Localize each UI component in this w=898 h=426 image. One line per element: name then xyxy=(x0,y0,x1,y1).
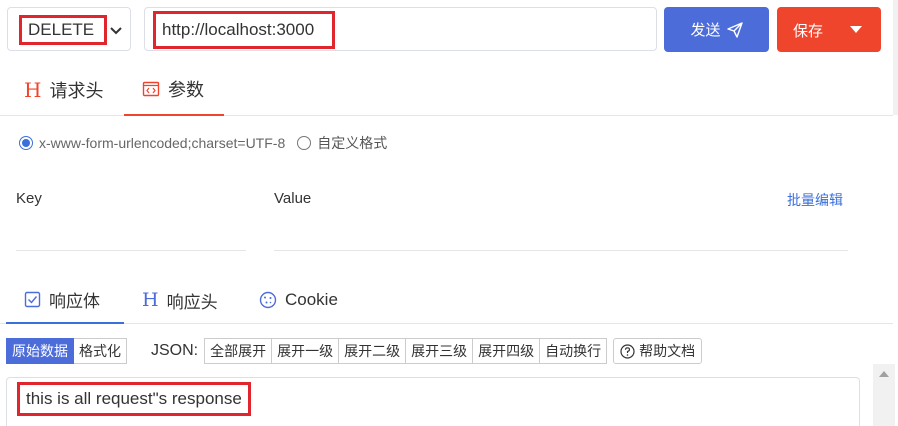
method-select[interactable]: DELETE xyxy=(7,7,131,51)
tab-cookie[interactable]: Cookie xyxy=(259,276,338,324)
json-label: JSON: xyxy=(151,342,199,359)
caret-down-icon[interactable] xyxy=(850,26,862,33)
help-docs-button[interactable]: 帮助文档 xyxy=(613,338,703,364)
h-icon: H xyxy=(142,289,159,311)
radio-custom-label[interactable]: 自定义格式 xyxy=(317,133,387,153)
expand-level-2-button[interactable]: 展开二级 xyxy=(339,338,407,364)
tab-headers[interactable]: H 请求头 xyxy=(24,64,103,116)
raw-data-button[interactable]: 原始数据 xyxy=(6,338,74,364)
send-button[interactable]: 发送 xyxy=(664,7,769,52)
formatted-button[interactable]: 格式化 xyxy=(74,338,127,364)
value-input[interactable] xyxy=(274,250,848,251)
expand-level-3-button[interactable]: 展开三级 xyxy=(406,338,474,364)
scrollbar-top[interactable] xyxy=(893,0,898,115)
question-circle-icon xyxy=(620,343,635,359)
key-input[interactable] xyxy=(16,250,246,251)
content-type-options: x-www-form-urlencoded;charset=UTF-8 自定义格… xyxy=(19,133,387,153)
save-button[interactable]: 保存 xyxy=(777,7,881,52)
paper-plane-icon xyxy=(726,21,743,38)
url-value: http://localhost:3000 xyxy=(153,11,335,49)
radio-custom[interactable] xyxy=(297,136,312,150)
send-button-label: 发送 xyxy=(690,22,721,39)
tab-response-body-label: 响应体 xyxy=(49,291,100,311)
checkbox-icon xyxy=(24,291,41,307)
tab-response-body[interactable]: 响应体 xyxy=(6,276,124,324)
chevron-down-icon xyxy=(110,27,122,35)
radio-custom-option[interactable]: 自定义格式 xyxy=(297,133,387,153)
word-wrap-button[interactable]: 自动换行 xyxy=(540,338,608,364)
method-value: DELETE xyxy=(19,15,107,45)
cookie-icon xyxy=(259,291,277,309)
code-icon xyxy=(142,81,160,97)
radio-urlencoded-label[interactable]: x-www-form-urlencoded;charset=UTF-8 xyxy=(39,135,285,151)
response-body-area[interactable]: this is all request"s response xyxy=(6,377,860,426)
response-body-text: this is all request"s response xyxy=(17,382,251,416)
help-docs-label: 帮助文档 xyxy=(639,343,696,359)
tab-params[interactable]: 参数 xyxy=(124,64,224,116)
save-button-label: 保存 xyxy=(793,23,824,40)
expand-all-button[interactable]: 全部展开 xyxy=(204,338,273,364)
expand-level-1-button[interactable]: 展开一级 xyxy=(272,338,340,364)
tab-response-headers-label: 响应头 xyxy=(166,292,218,312)
tab-response-headers[interactable]: H 响应头 xyxy=(142,276,218,324)
bulk-edit-link[interactable]: 批量编辑 xyxy=(787,190,843,210)
h-icon: H xyxy=(24,78,42,102)
response-tabs: 响应体 H 响应头 Cookie xyxy=(0,276,893,324)
url-input[interactable]: http://localhost:3000 xyxy=(144,7,657,51)
tab-headers-label: 请求头 xyxy=(49,81,104,101)
expand-level-4-button[interactable]: 展开四级 xyxy=(473,338,541,364)
response-toolbar: 原始数据 格式化 JSON: 全部展开 展开一级 展开二级 展开三级 展开四级 … xyxy=(6,338,703,364)
key-header: Key xyxy=(16,190,42,207)
value-header: Value xyxy=(274,190,312,207)
request-tabs: H 请求头 参数 xyxy=(0,64,893,116)
radio-urlencoded[interactable] xyxy=(19,136,33,150)
tab-cookie-label: Cookie xyxy=(285,290,338,309)
scroll-up-icon[interactable] xyxy=(879,371,889,377)
tab-params-label: 参数 xyxy=(168,80,204,100)
